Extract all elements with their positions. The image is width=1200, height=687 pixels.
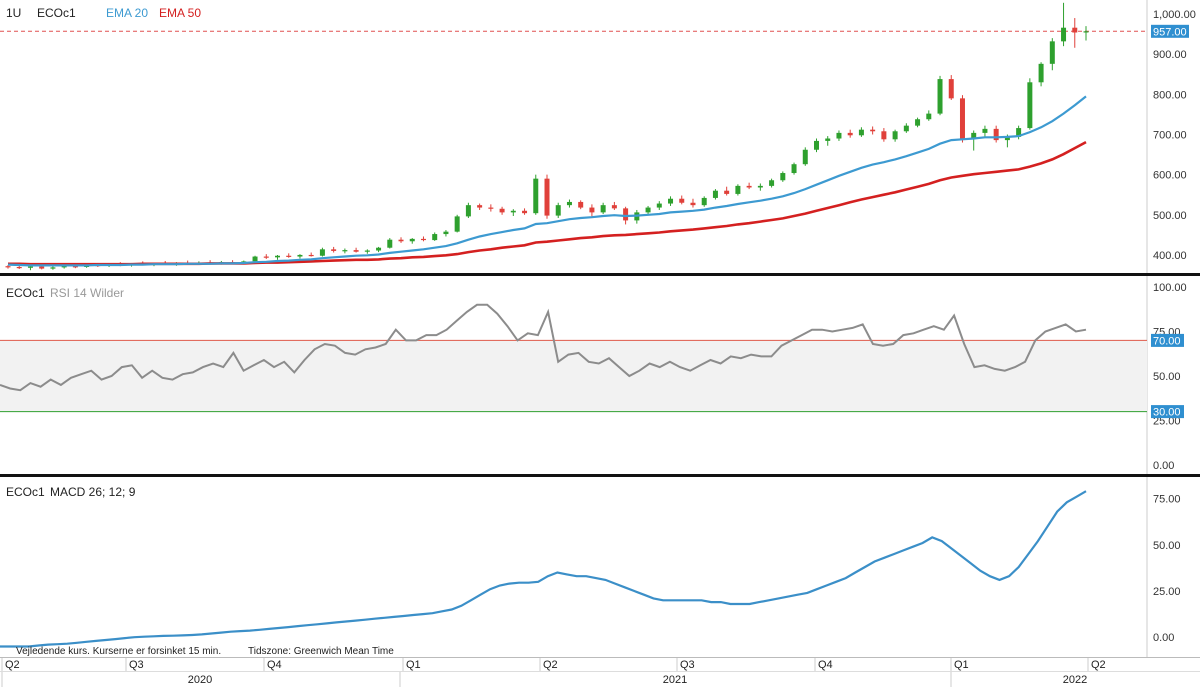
rsi-upper-badge: 70.00	[1151, 333, 1184, 347]
price-y-tick: 800.00	[1153, 89, 1187, 101]
macd-name[interactable]: MACD 26; 12; 9	[50, 485, 136, 499]
candle	[937, 75, 943, 116]
rsi-y-tick: 50.00	[1153, 371, 1181, 383]
rsi-upper-label: 70.00	[1153, 335, 1181, 347]
x-quarter-label: Q2	[1091, 659, 1106, 671]
x-quarter-label: Q1	[406, 659, 421, 671]
candle	[802, 147, 808, 166]
candle	[533, 174, 539, 215]
rsi-name[interactable]: RSI 14 Wilder	[50, 286, 124, 300]
price-y-tick: 1,000.00	[1153, 9, 1196, 21]
rsi-y-tick: 100.00	[1153, 282, 1187, 294]
ema50-legend[interactable]: EMA 50	[159, 6, 201, 20]
macd-y-tick: 50.00	[1153, 540, 1181, 552]
rsi-symbol[interactable]: ECOc1	[6, 286, 45, 300]
last-price-label: 957.00	[1153, 26, 1187, 38]
macd-symbol[interactable]: ECOc1	[6, 485, 45, 499]
timezone-note: Tidszone: Greenwich Mean Time	[248, 646, 394, 657]
candle	[959, 95, 965, 143]
candle	[1027, 78, 1033, 130]
x-quarter-label: Q3	[680, 659, 695, 671]
last-price-badge: 957.00	[1151, 24, 1189, 38]
rsi-lower-badge: 30.00	[1151, 405, 1184, 419]
candle	[544, 174, 550, 219]
candle	[454, 214, 460, 233]
panel-divider[interactable]	[0, 474, 1200, 477]
symbol-label[interactable]: ECOc1	[37, 6, 76, 20]
price-y-tick: 500.00	[1153, 210, 1187, 222]
x-quarter-label: Q3	[129, 659, 144, 671]
price-y-tick: 700.00	[1153, 129, 1187, 141]
x-quarter-label: Q2	[543, 659, 558, 671]
x-quarter-label: Q1	[954, 659, 969, 671]
trading-chart[interactable]: 400.00 500.00 600.00 700.00 800.00 900.00 1,00…	[0, 0, 1200, 687]
rsi-y-tick: 0.00	[1153, 460, 1174, 472]
x-year-label: 2020	[188, 674, 212, 686]
macd-y-tick: 25.00	[1153, 586, 1181, 598]
rsi-neutral-band	[0, 340, 1147, 412]
candle	[791, 162, 797, 175]
candle	[735, 184, 741, 196]
ema20-legend[interactable]: EMA 20	[106, 6, 148, 20]
x-quarter-label: Q4	[267, 659, 282, 671]
x-year-label: 2021	[663, 674, 687, 686]
interval-label[interactable]: 1U	[6, 6, 21, 20]
x-quarter-label: Q2	[5, 659, 20, 671]
price-y-tick: 600.00	[1153, 170, 1187, 182]
rsi-lower-label: 30.00	[1153, 407, 1181, 419]
price-y-tick: 900.00	[1153, 49, 1187, 61]
price-y-tick: 400.00	[1153, 250, 1187, 262]
x-quarter-label: Q4	[818, 659, 833, 671]
macd-y-tick: 0.00	[1153, 632, 1174, 644]
x-year-label: 2022	[1063, 674, 1087, 686]
delay-note: Vejledende kurs. Kurserne er forsinket 1…	[16, 646, 221, 657]
panel-divider[interactable]	[0, 273, 1200, 276]
macd-y-tick: 75.00	[1153, 494, 1181, 506]
